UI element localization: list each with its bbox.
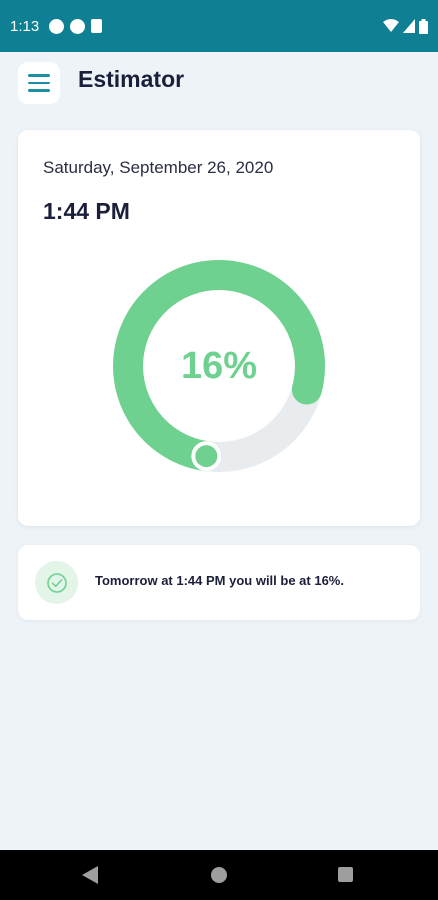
status-time: 1:13 [10, 17, 40, 35]
recents-icon[interactable] [338, 867, 353, 882]
status-bar: 1:13 [0, 0, 438, 52]
app-bar: Estimator [0, 52, 438, 112]
notification-p-icon [70, 18, 86, 34]
back-icon[interactable] [82, 866, 98, 884]
progress-gauge: 16% [112, 260, 325, 472]
status-right [383, 18, 428, 34]
estimate-card: Saturday, September 26, 2020 1:44 PM 16% [18, 130, 420, 526]
sd-card-icon [91, 19, 103, 33]
check-circle-icon [35, 561, 78, 604]
navigation-bar [0, 850, 438, 900]
page-title: Estimator [78, 66, 185, 92]
notification-a-icon [49, 18, 65, 34]
hamburger-menu-button[interactable] [18, 62, 60, 104]
menu-line [28, 74, 50, 77]
wifi-icon [383, 19, 399, 32]
info-card: Tomorrow at 1:44 PM you will be at 16%. [18, 545, 420, 620]
menu-line [28, 81, 50, 85]
home-icon[interactable] [211, 867, 227, 883]
percentage-label: 16% [181, 345, 257, 387]
status-left: 1:13 [10, 17, 103, 35]
battery-icon [419, 18, 428, 34]
menu-line [28, 89, 50, 92]
info-text: Tomorrow at 1:44 PM you will be at 16%. [95, 573, 344, 588]
gauge-handle-inner [195, 445, 218, 468]
signal-icon [403, 19, 415, 33]
